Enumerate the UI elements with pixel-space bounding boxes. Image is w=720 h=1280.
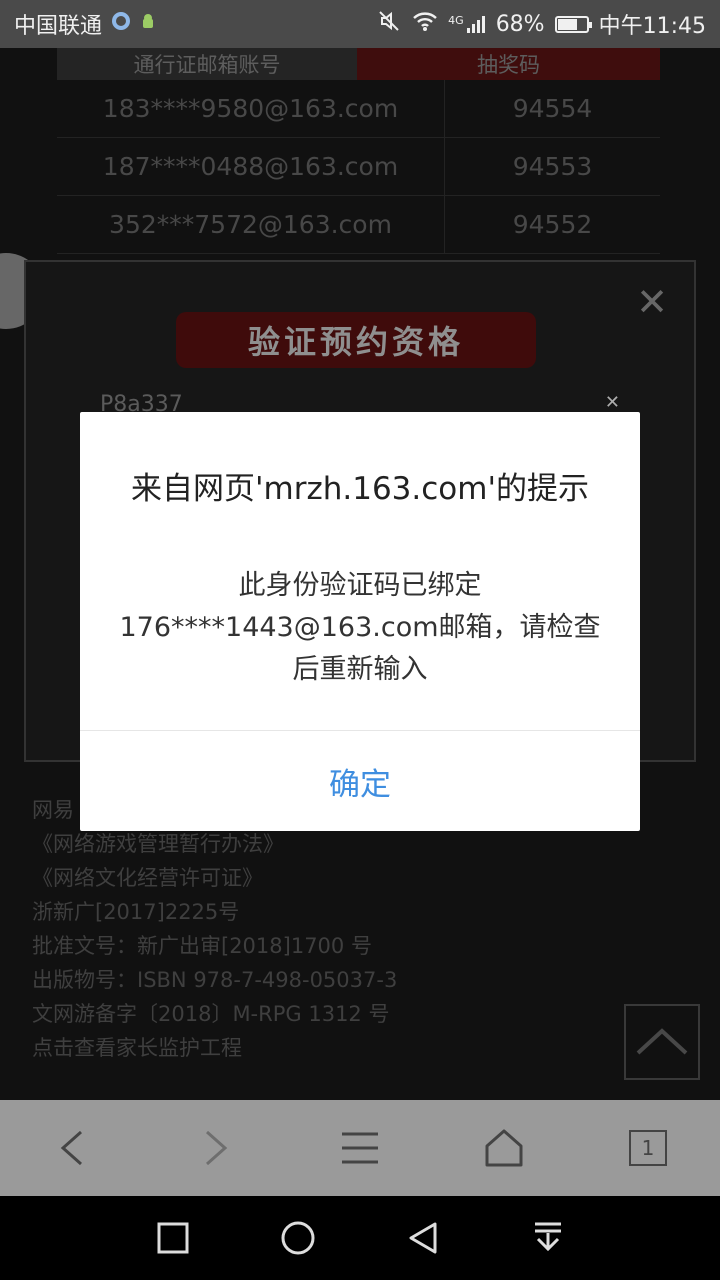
system-nav-bar — [0, 1196, 720, 1280]
battery-icon — [554, 15, 592, 33]
home-icon — [485, 1129, 523, 1167]
back-arrow-icon — [60, 1130, 82, 1166]
network-type-label: 4G — [448, 14, 464, 27]
recents-button[interactable] — [143, 1208, 203, 1268]
status-bar: 中国联通 4G 68% 中午11:45 — [0, 0, 720, 48]
alert-dialog: 来自网页'mrzh.163.com'的提示 此身份验证码已绑定176****14… — [80, 412, 640, 831]
notification-pull-button[interactable] — [518, 1208, 578, 1268]
system-back-button[interactable] — [393, 1208, 453, 1268]
tabs-button[interactable]: 1 — [612, 1112, 684, 1184]
tab-count: 1 — [641, 1136, 655, 1160]
ok-button[interactable]: 确定 — [80, 731, 640, 831]
battery-level — [557, 18, 577, 30]
clock: 中午11:45 — [598, 14, 706, 39]
triangle-back-icon — [409, 1222, 436, 1254]
back-button[interactable] — [36, 1112, 108, 1184]
carrier-label: 中国联通 — [14, 14, 103, 39]
menu-button[interactable] — [324, 1112, 396, 1184]
mute-icon — [378, 9, 402, 39]
signal-icon: 4G — [448, 14, 486, 34]
square-icon — [157, 1222, 188, 1254]
home-button[interactable] — [468, 1112, 540, 1184]
system-home-button[interactable] — [268, 1208, 328, 1268]
forward-arrow-icon — [206, 1130, 228, 1166]
dialog-title: 来自网页'mrzh.163.com'的提示 — [131, 471, 589, 507]
battery-percent: 68% — [495, 11, 545, 37]
menu-icon — [342, 1132, 378, 1164]
dialog-message: 此身份验证码已绑定176****1443@163.com邮箱，请检查后重新输入 — [119, 570, 601, 685]
wifi-icon — [412, 10, 438, 38]
tabs-count-icon: 1 — [629, 1130, 667, 1166]
browser-toolbar: 1 — [0, 1100, 720, 1196]
android-notification-icon — [140, 12, 156, 37]
circle-icon — [281, 1221, 314, 1255]
pull-down-icon — [534, 1222, 561, 1252]
forward-button[interactable] — [180, 1112, 252, 1184]
app-notification-icon — [110, 10, 132, 38]
